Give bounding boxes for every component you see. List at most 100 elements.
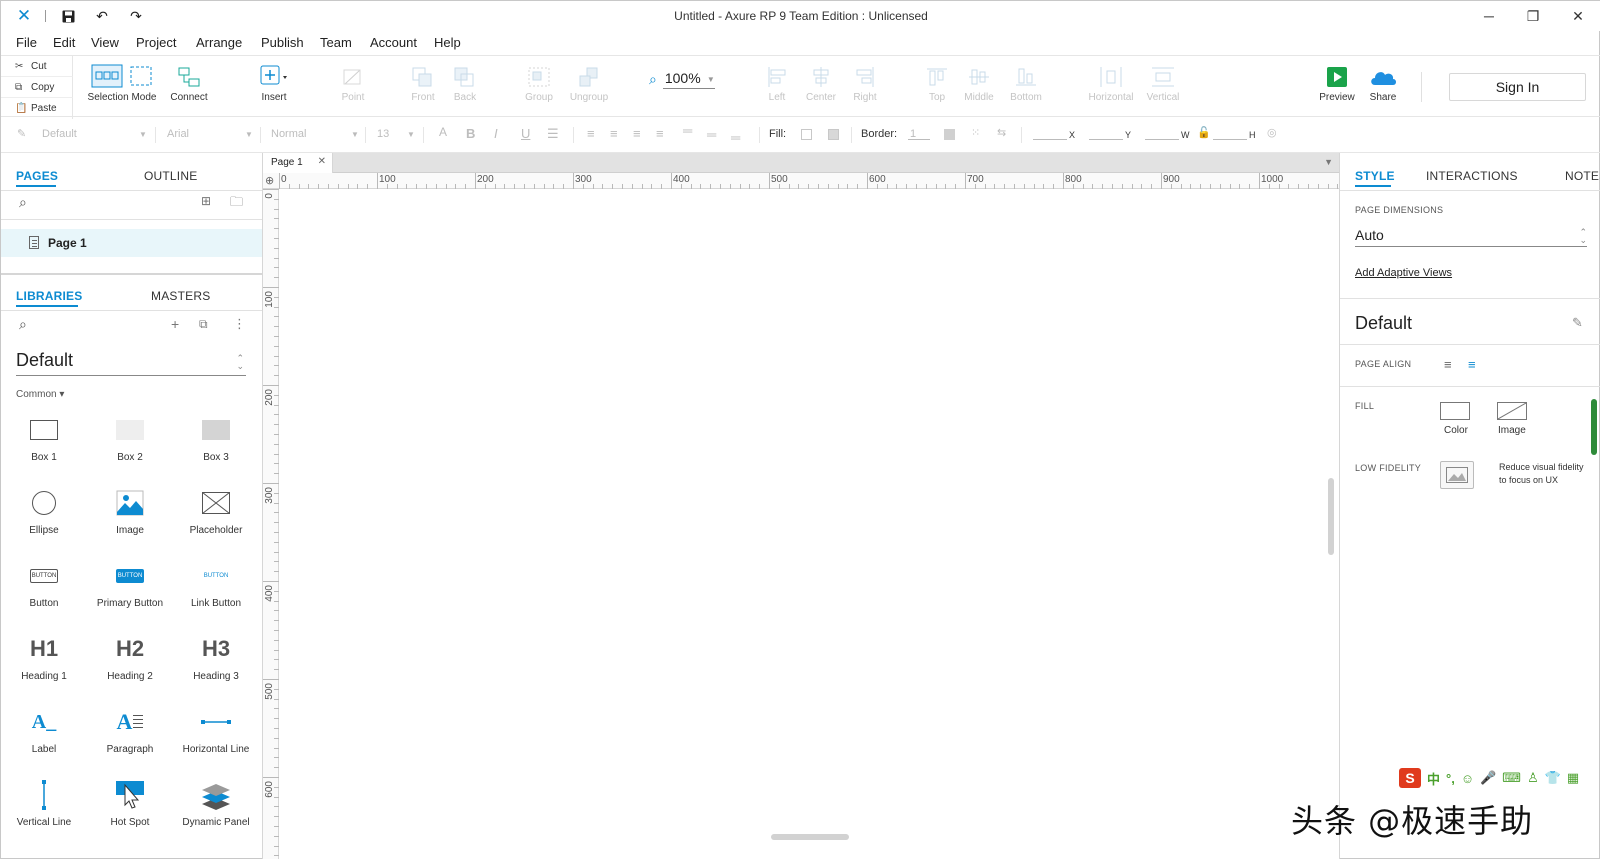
back-button[interactable]: Back [445,56,485,116]
widget-ellipse[interactable]: Ellipse [1,485,87,545]
height-input[interactable] [1213,139,1247,140]
border-color-swatch[interactable] [944,129,955,140]
distribute-horizontal-button[interactable]: Horizontal [1085,56,1137,116]
style-select[interactable]: Default [42,128,77,140]
widget-group-label[interactable]: Common ▾ [16,389,64,400]
widget-box1[interactable]: Box 1 [1,412,87,472]
tab-notes[interactable]: NOTES [1565,169,1600,183]
widget-placeholder[interactable]: Placeholder [173,485,259,545]
widget-primary-button[interactable]: BUTTON Primary Button [87,558,173,618]
tab-style[interactable]: STYLE [1355,169,1395,183]
connect-button[interactable]: Connect [169,56,209,116]
widget-image[interactable]: Image [87,485,173,545]
tab-libraries[interactable]: LIBRARIES [16,289,82,303]
tab-masters[interactable]: MASTERS [151,289,210,303]
align-left-button[interactable]: Left [759,56,795,116]
widget-label[interactable]: A_ Label [1,704,87,764]
ungroup-button[interactable]: Ungroup [563,56,615,116]
group-button[interactable]: Group [519,56,559,116]
library-select[interactable]: Default ⌃ ⌄ [16,350,246,376]
widget-hot-spot[interactable]: Hot Spot [87,777,173,837]
widget-link-button[interactable]: BUTTON Link Button [173,558,259,618]
sign-in-button[interactable]: Sign In [1449,73,1586,101]
menu-arrange[interactable]: Arrange [196,35,242,50]
chevron-down-icon[interactable]: ▼ [1324,157,1333,167]
share-button[interactable]: Share [1363,56,1403,116]
menu-account[interactable]: Account [370,35,417,50]
menu-edit[interactable]: Edit [53,35,75,50]
minimize-icon[interactable]: ─ [1475,4,1503,28]
italic-icon[interactable]: I [494,126,498,141]
page-list-item[interactable]: Page 1 [1,229,262,257]
keyboard-icon[interactable]: ⌨ [1502,770,1521,786]
close-icon[interactable]: ✕ [1564,4,1592,28]
horizontal-scrollbar[interactable] [771,834,849,840]
library-copy-icon[interactable]: ⧉ [199,317,208,332]
menu-project[interactable]: Project [136,35,176,50]
align-center-button[interactable]: Center [801,56,841,116]
menu-publish[interactable]: Publish [261,35,304,50]
text-bottom-icon[interactable]: ═ [731,130,740,145]
shadow-swatch[interactable] [828,129,839,140]
fill-color-swatch[interactable] [1440,402,1470,420]
add-library-icon[interactable]: + [171,316,179,332]
width-input[interactable] [1145,139,1179,140]
selection-mode-button[interactable]: Selection Mode [83,56,161,116]
font-select[interactable]: Arial [167,128,189,140]
widget-box2[interactable]: Box 2 [87,412,173,472]
fill-color-swatch[interactable] [801,129,812,140]
lock-icon[interactable]: 🔓 [1197,126,1211,139]
font-weight-select[interactable]: Normal [271,128,306,140]
visibility-icon[interactable]: ◎ [1267,126,1277,139]
text-align-right-icon[interactable]: ≡ [633,126,641,141]
shirt-icon[interactable]: 👕 [1545,770,1561,786]
underline-icon[interactable]: U [521,126,530,141]
align-bottom-button[interactable]: Bottom [1005,56,1047,116]
add-folder-icon[interactable]: 🗀 [230,193,243,215]
arrow-style-icon[interactable]: ⇆ [997,126,1006,139]
border-visibility-icon[interactable]: ⁙ [971,126,980,139]
ime-mode[interactable]: 中 [1427,769,1440,788]
scroll-indicator[interactable] [1591,399,1597,455]
preview-button[interactable]: Preview [1317,56,1357,116]
microphone-icon[interactable]: 🎤 [1480,770,1496,786]
vertical-scrollbar[interactable] [1328,478,1334,555]
text-top-icon[interactable]: ═ [683,123,692,138]
cut-button[interactable]: ✂ Cut [1,56,73,77]
menu-team[interactable]: Team [320,35,352,50]
zoom-control[interactable]: ⌕ 100% ▼ [649,70,715,89]
add-page-icon[interactable]: ⊞ [201,194,211,208]
more-options-icon[interactable]: ⋮ [233,316,246,332]
tab-pages[interactable]: PAGES [16,169,58,183]
font-size-select[interactable]: 13 [377,128,389,140]
widget-dynamic-panel[interactable]: Dynamic Panel [173,777,259,837]
fill-image-swatch[interactable] [1497,402,1527,420]
widget-horizontal-line[interactable]: Horizontal Line [173,704,259,764]
align-middle-button[interactable]: Middle [959,56,999,116]
paste-button[interactable]: 📋 Paste [1,98,73,119]
text-justify-icon[interactable]: ≡ [656,126,664,141]
copy-button[interactable]: ⧉ Copy [1,77,73,98]
grid-icon[interactable]: ▦ [1567,770,1579,786]
widget-heading2[interactable]: H2 Heading 2 [87,631,173,691]
tab-interactions[interactable]: INTERACTIONS [1426,169,1518,183]
page-align-center-icon[interactable]: ≡ [1468,357,1476,372]
widget-heading3[interactable]: H3 Heading 3 [173,631,259,691]
punctuation-icon[interactable]: °, [1446,771,1455,786]
align-right-button[interactable]: Right [847,56,883,116]
widget-button[interactable]: BUTTON Button [1,558,87,618]
crosshair-icon[interactable]: ⊕ [265,174,274,187]
page-dimensions-select[interactable]: Auto ⌃ ⌄ [1355,225,1587,247]
low-fidelity-toggle[interactable] [1440,461,1474,489]
widget-paragraph[interactable]: A Paragraph [87,704,173,764]
emoji-icon[interactable]: ☺ [1461,771,1474,786]
search-icon[interactable]: ⌕ [19,194,27,211]
edit-style-icon[interactable]: ✎ [1572,315,1583,331]
widget-box3[interactable]: Box 3 [173,412,259,472]
text-middle-icon[interactable]: ═ [707,127,716,142]
close-icon[interactable]: ✕ [318,156,326,167]
restore-icon[interactable]: ❐ [1519,4,1547,28]
font-color-icon[interactable]: A [439,125,447,139]
point-button[interactable]: Point [333,56,373,116]
text-align-left-icon[interactable]: ≡ [587,126,595,141]
